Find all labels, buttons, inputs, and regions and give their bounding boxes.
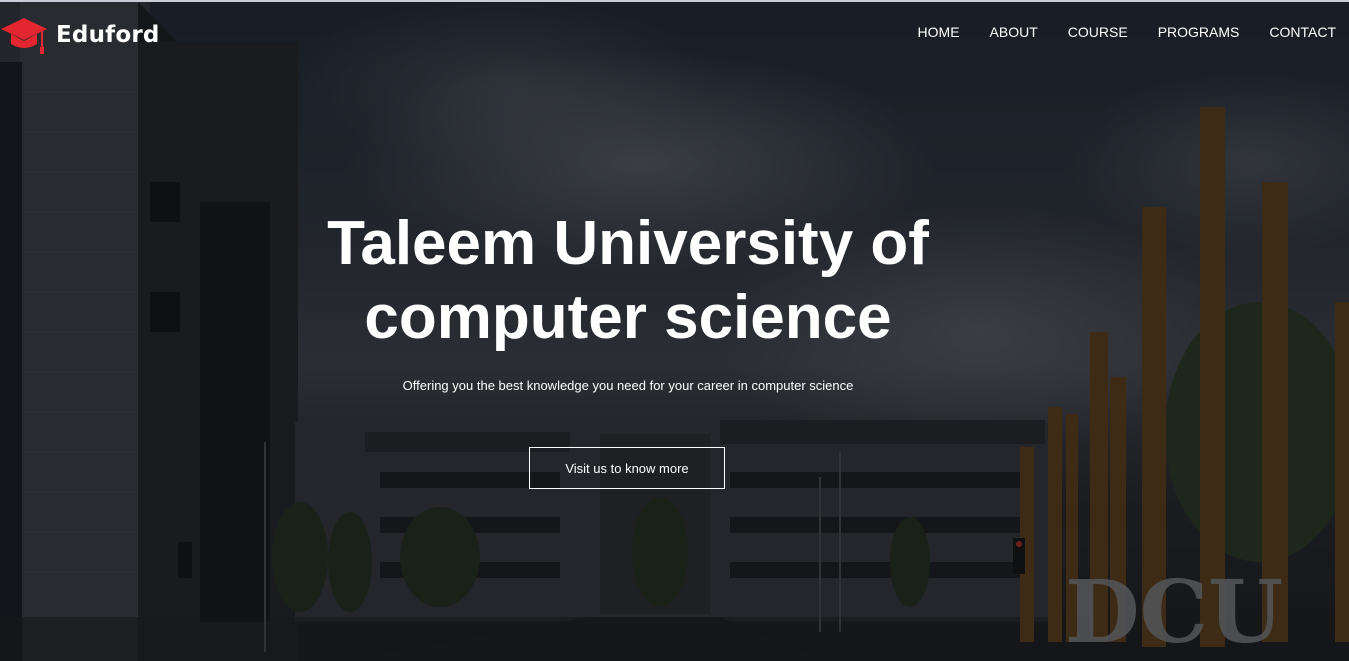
nav-item-course: COURSE: [1068, 24, 1128, 42]
visit-us-button[interactable]: Visit us to know more: [529, 447, 725, 489]
nav-item-programs: PROGRAMS: [1158, 24, 1240, 42]
hero-title-line-2: computer science: [364, 283, 892, 352]
nav-link-course[interactable]: COURSE: [1068, 24, 1128, 40]
nav-link-home[interactable]: HOME: [918, 24, 960, 40]
brand-name: Eduford: [56, 22, 160, 48]
hero-title-line-1: Taleem University of: [327, 209, 929, 278]
nav-item-home: HOME: [918, 24, 960, 42]
nav-link-contact[interactable]: CONTACT: [1269, 24, 1336, 40]
hero-subtitle: Offering you the best knowledge you need…: [402, 378, 854, 393]
hero-section: DCU Eduford HOME ABOUT COURSE PROGRAMS C…: [0, 0, 1349, 661]
nav-item-contact: CONTACT: [1269, 24, 1336, 42]
brand-logo[interactable]: Eduford: [0, 14, 160, 56]
nav-menu: HOME ABOUT COURSE PROGRAMS CONTACT: [888, 24, 1336, 42]
nav-link-programs[interactable]: PROGRAMS: [1158, 24, 1240, 40]
top-navbar: Eduford HOME ABOUT COURSE PROGRAMS CONTA…: [0, 2, 1349, 62]
hero-title: Taleem University of computer science: [290, 207, 966, 355]
nav-link-about[interactable]: ABOUT: [990, 24, 1038, 40]
nav-item-about: ABOUT: [990, 24, 1038, 42]
graduation-cap-icon: [1, 18, 47, 54]
